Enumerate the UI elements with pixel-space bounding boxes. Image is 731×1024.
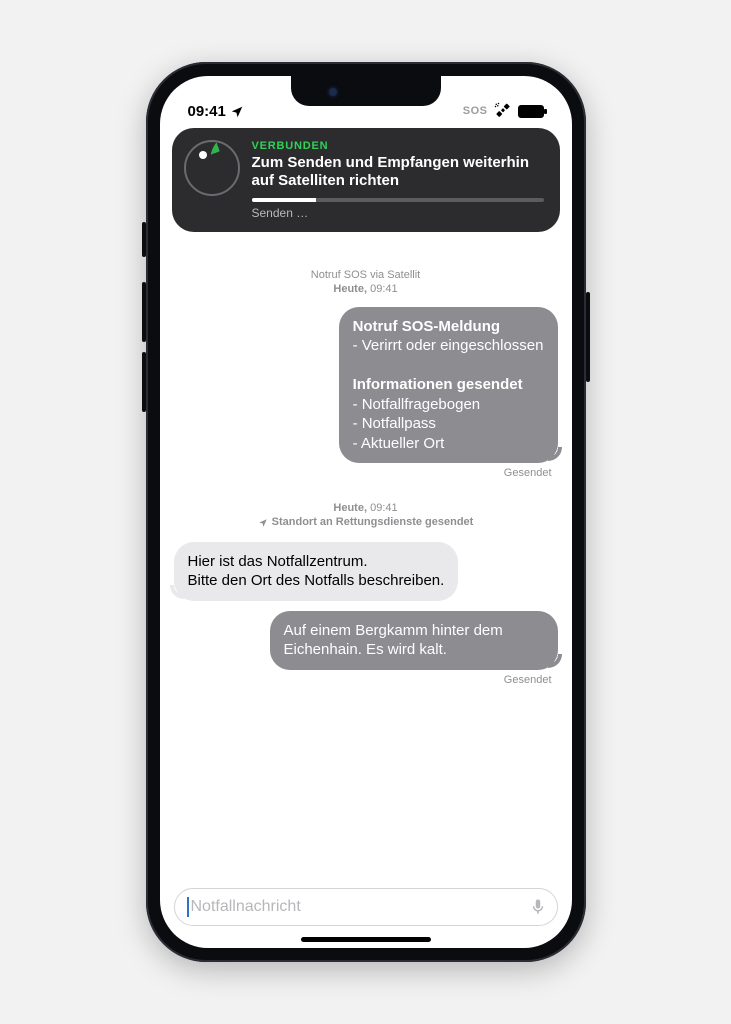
location-arrow-icon — [258, 518, 268, 528]
thread-day: Heute, — [333, 283, 367, 295]
message-input[interactable]: Notfallnachricht — [174, 888, 558, 926]
input-bar: Notfallnachricht — [160, 880, 572, 934]
outgoing-reply[interactable]: Auf einem Bergkamm hinter dem Eichenhain… — [174, 611, 558, 670]
power-button — [586, 292, 590, 382]
thread-header: Notruf SOS via Satellit Heute, 09:41 — [174, 268, 558, 297]
banner-sending-label: Senden … — [252, 206, 544, 220]
mic-icon[interactable] — [529, 896, 547, 918]
reply-text: Auf einem Bergkamm hinter dem Eichenhain… — [270, 611, 558, 670]
sep-time: 09:41 — [370, 502, 398, 514]
msg1-title1: Notruf SOS-Meldung — [353, 317, 544, 337]
msg1-receipt: Gesendet — [174, 465, 558, 491]
volume-up — [142, 282, 146, 342]
satellite-icon — [494, 102, 512, 120]
mute-switch — [142, 222, 146, 257]
msg1-line1: - Verirrt oder eingeschlossen — [353, 336, 544, 356]
outgoing-message[interactable]: Notruf SOS-Meldung - Verirrt oder einges… — [174, 307, 558, 464]
msg1-line3: - Notfallpass — [353, 414, 544, 434]
msg1-line4: - Aktueller Ort — [353, 434, 544, 454]
thread-title: Notruf SOS via Satellit — [174, 268, 558, 282]
phone-frame: 09:41 SOS VERBUNDEN Zum Senden und Empfa… — [146, 62, 586, 962]
text-cursor — [187, 897, 189, 917]
connection-banner[interactable]: VERBUNDEN Zum Senden und Empfangen weite… — [172, 128, 560, 232]
msg1-title2: Informationen gesendet — [353, 375, 544, 395]
message-thread[interactable]: Notruf SOS via Satellit Heute, 09:41 Not… — [160, 268, 572, 878]
banner-status: VERBUNDEN — [252, 140, 544, 152]
sep-note: Standort an Rettungsdienste gesendet — [272, 515, 474, 529]
input-placeholder: Notfallnachricht — [191, 898, 301, 916]
reply-receipt: Gesendet — [174, 672, 558, 698]
sep-day: Heute, — [333, 502, 367, 514]
incoming-message[interactable]: Hier ist das Notfallzentrum. Bitte den O… — [174, 542, 558, 601]
volume-down — [142, 352, 146, 412]
send-progress — [252, 198, 544, 202]
thread-time: 09:41 — [370, 283, 398, 295]
screen: 09:41 SOS VERBUNDEN Zum Senden und Empfa… — [160, 76, 572, 948]
status-time: 09:41 — [188, 103, 226, 120]
location-separator: Heute, 09:41 Standort an Rettungsdienste… — [174, 501, 558, 532]
home-indicator[interactable] — [301, 937, 431, 942]
msg1-line2: - Notfallfragebogen — [353, 395, 544, 415]
notch — [291, 76, 441, 106]
location-icon — [230, 105, 244, 119]
status-sos: SOS — [463, 105, 488, 117]
battery-icon — [518, 105, 544, 118]
satellite-radar-icon — [184, 140, 240, 196]
incoming-text: Hier ist das Notfallzentrum. Bitte den O… — [174, 542, 459, 601]
banner-message: Zum Senden und Empfangen weiterhin auf S… — [252, 154, 544, 190]
